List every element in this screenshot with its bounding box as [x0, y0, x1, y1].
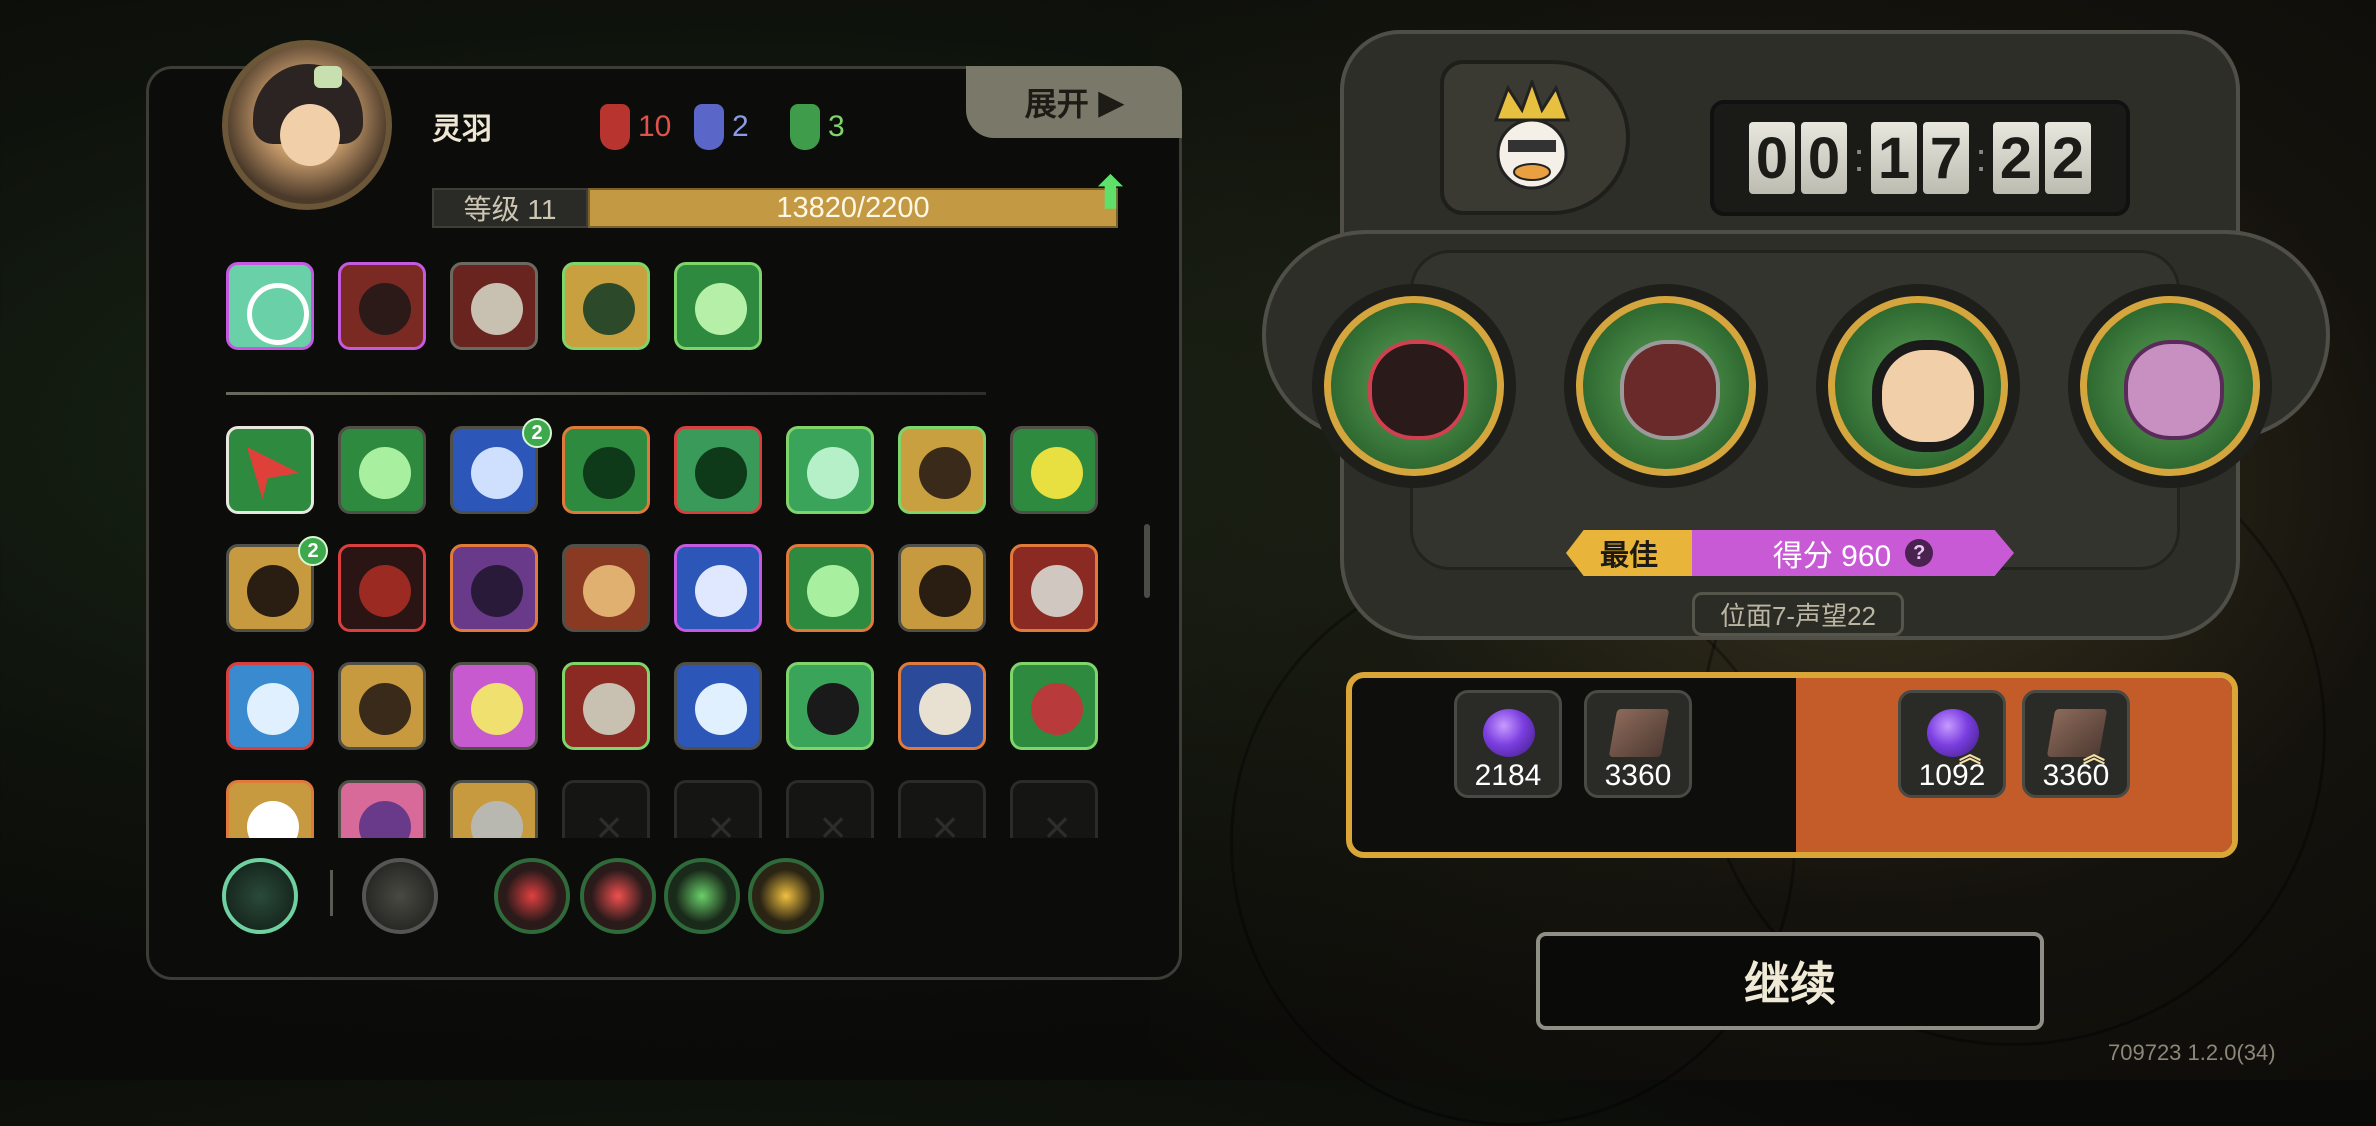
relic-card[interactable] — [450, 262, 538, 350]
defeated-boss-portrait[interactable] — [1564, 284, 1768, 488]
relic-card[interactable] — [674, 262, 762, 350]
skill-card[interactable] — [562, 544, 650, 632]
skill-card[interactable] — [450, 544, 538, 632]
skill-grid-partial-row: × × × × × — [220, 770, 1140, 838]
skill-card[interactable] — [1010, 544, 1098, 632]
version-label: 709723 1.2.0(34) — [2108, 1040, 2276, 1065]
green-gem-counter: 3 — [790, 104, 845, 150]
skill-card[interactable] — [674, 662, 762, 750]
defeated-boss-portrait[interactable] — [2068, 284, 2272, 488]
skill-card[interactable] — [450, 662, 538, 750]
skill-card[interactable] — [226, 426, 314, 514]
reward-value: 3360 — [1604, 759, 1672, 792]
help-icon[interactable]: ? — [1905, 539, 1934, 567]
skill-card[interactable] — [338, 662, 426, 750]
defeated-boss-portrait[interactable] — [1816, 284, 2020, 488]
purple-orb-icon — [1483, 709, 1535, 757]
best-label: 最佳 — [1566, 530, 1692, 576]
continue-button[interactable]: 继续 — [1536, 932, 2044, 1030]
skill-card[interactable] — [226, 780, 314, 838]
timer-digit: 2 — [2045, 122, 2091, 194]
timer-digit: 1 — [1871, 122, 1917, 194]
reward-slot[interactable]: 2184 — [1454, 690, 1562, 798]
reward-value: 2184 — [1474, 759, 1542, 792]
run-timer: 0 0 : 1 7 : 2 2 — [1710, 100, 2130, 216]
green-claw-ability-icon[interactable] — [664, 858, 740, 934]
expand-label: 展开 — [1024, 86, 1089, 122]
timer-colon: : — [1853, 135, 1865, 180]
timer-colon: : — [1975, 135, 1987, 180]
red-star-ability-icon[interactable] — [494, 858, 570, 934]
level-up-arrow-icon[interactable]: ⬆ — [1092, 170, 1132, 218]
red-gem-counter: 10 — [600, 104, 671, 150]
skill-level-badge: 2 — [298, 536, 328, 566]
skill-card[interactable] — [338, 780, 426, 838]
empty-skill-slot: × — [562, 780, 650, 838]
skill-card[interactable] — [786, 544, 874, 632]
empty-skill-slot: × — [674, 780, 762, 838]
character-portrait — [222, 40, 392, 210]
red-gem-icon — [600, 104, 630, 150]
skill-card[interactable] — [562, 662, 650, 750]
reward-slot[interactable]: 3360 — [1584, 690, 1692, 798]
ability-separator — [330, 870, 333, 916]
score-value: 得分 960 — [1772, 540, 1892, 573]
timer-digit: 0 — [1801, 122, 1847, 194]
blue-gem-icon — [694, 104, 724, 150]
section-divider — [226, 392, 986, 395]
reward-slot[interactable]: ︽ 3360 — [2022, 690, 2130, 798]
skill-grid-scrollbar[interactable] — [1144, 524, 1150, 598]
character-name: 灵羽 — [432, 113, 492, 146]
red-gem-count: 10 — [638, 110, 672, 143]
expand-button[interactable]: 展开 ▶ — [966, 66, 1182, 138]
triangle-right-icon: ▶ — [1098, 84, 1124, 120]
skill-card[interactable] — [338, 544, 426, 632]
xp-bar: 13820/2200 — [588, 188, 1118, 228]
book-icon — [1608, 709, 1670, 757]
skill-card[interactable] — [226, 662, 314, 750]
skill-card[interactable] — [898, 662, 986, 750]
timer-digit: 7 — [1923, 122, 1969, 194]
defeated-boss-portrait[interactable] — [1312, 284, 1516, 488]
relic-card[interactable] — [562, 262, 650, 350]
skill-card[interactable] — [786, 426, 874, 514]
relic-card[interactable] — [338, 262, 426, 350]
timer-digit: 2 — [1993, 122, 2039, 194]
score-banner: 得分 960 ? — [1692, 530, 2014, 576]
level-label: 等级 11 — [432, 188, 588, 228]
empty-skill-slot: × — [898, 780, 986, 838]
skill-card[interactable] — [450, 780, 538, 838]
empty-skill-slot: × — [1010, 780, 1098, 838]
blue-gem-counter: 2 — [694, 104, 749, 150]
timer-digit: 0 — [1749, 122, 1795, 194]
blue-gem-count: 2 — [732, 110, 749, 143]
result-inner-plate — [1410, 250, 2180, 570]
reward-value: 3360 — [2042, 759, 2110, 792]
reward-slot[interactable]: ︽ 1092 — [1898, 690, 2006, 798]
red-spark-ability-icon[interactable] — [580, 858, 656, 934]
crowned-duck-icon — [1493, 80, 1571, 190]
skill-card[interactable] — [562, 426, 650, 514]
skill-level-badge: 2 — [522, 418, 552, 448]
skill-card[interactable] — [674, 544, 762, 632]
gold-arrow-ability-icon[interactable] — [748, 858, 824, 934]
skill-card[interactable] — [786, 662, 874, 750]
skill-card[interactable] — [898, 544, 986, 632]
green-gem-count: 3 — [828, 110, 845, 143]
relic-card[interactable] — [226, 262, 314, 350]
plane-reputation-label: 位面7-声望22 — [1692, 592, 1904, 636]
reward-value: 1092 — [1918, 759, 1986, 792]
skill-card[interactable] — [338, 426, 426, 514]
skill-card[interactable] — [898, 426, 986, 514]
passive-ability-icon[interactable] — [222, 858, 298, 934]
skill-card[interactable] — [1010, 426, 1098, 514]
green-gem-icon — [790, 104, 820, 150]
empty-skill-slot: × — [786, 780, 874, 838]
skill-card[interactable] — [674, 426, 762, 514]
weapon-ability-icon[interactable] — [362, 858, 438, 934]
skill-card[interactable] — [1010, 662, 1098, 750]
